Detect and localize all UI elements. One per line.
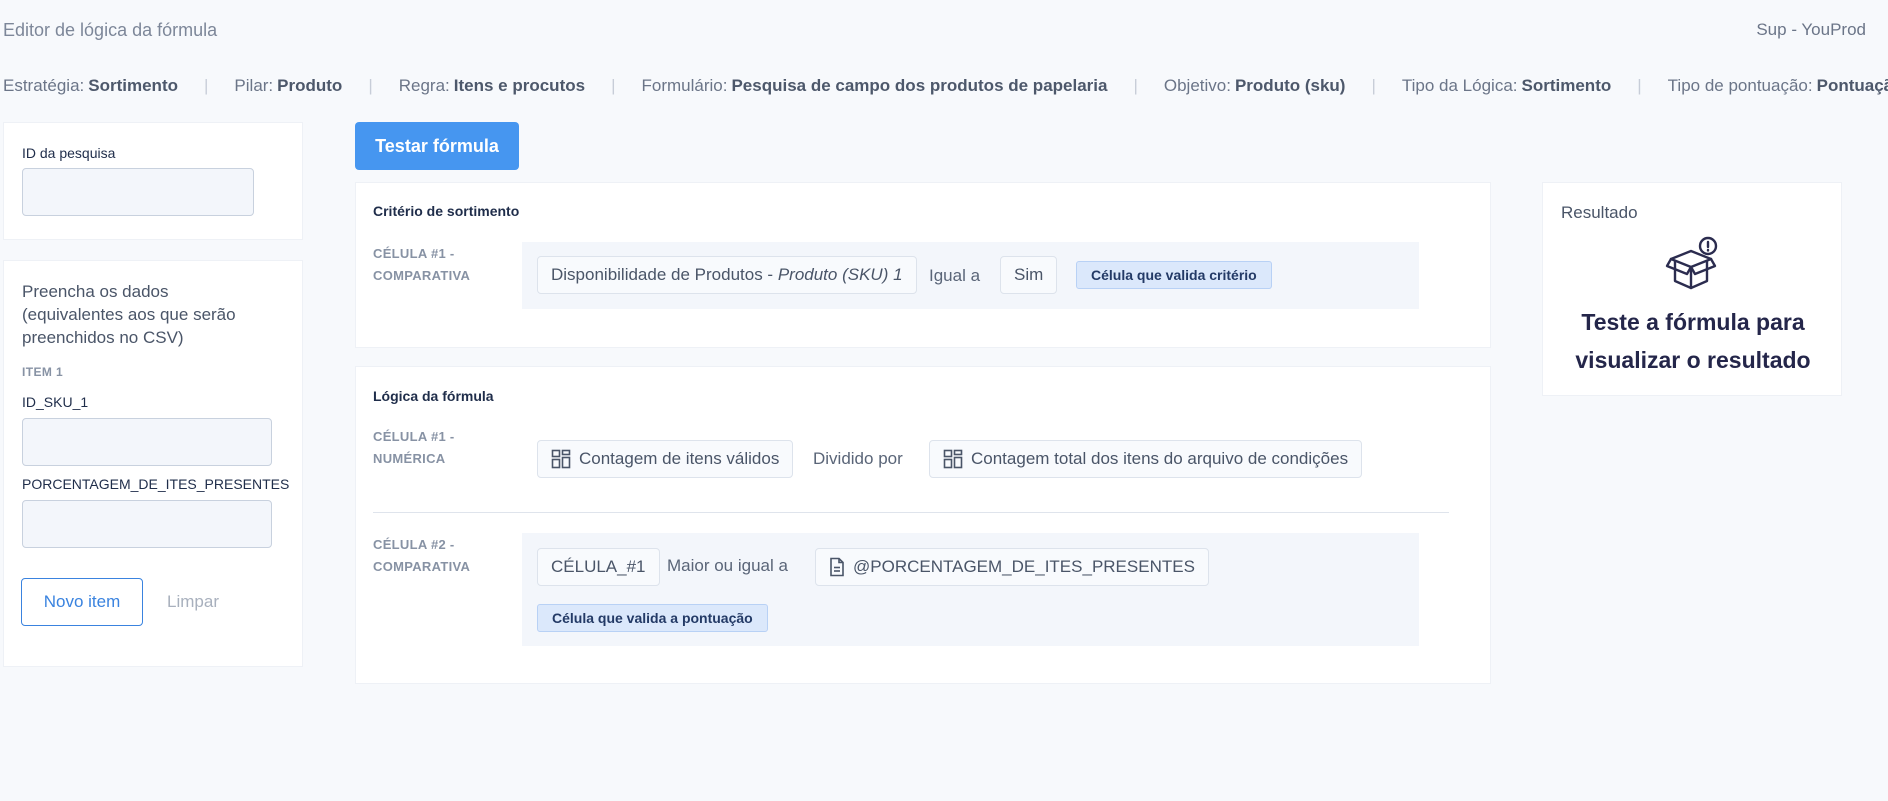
search-id-label: ID da pesquisa [22, 145, 116, 161]
search-id-card: ID da pesquisa [3, 122, 303, 240]
valid-items-count-chip[interactable]: Contagem de itens válidos [537, 440, 794, 478]
criteria-operator: Igual a [929, 266, 981, 285]
logic-title: Lógica da fórmula [373, 388, 494, 404]
meta-separator: | [368, 76, 373, 95]
search-id-input[interactable] [22, 168, 254, 216]
grid-icon [551, 449, 571, 469]
meta-pillar: Pilar: Produto [234, 76, 343, 95]
logic-divider [373, 512, 1449, 513]
logic-cell2-operator: Maior ou igual a [667, 556, 788, 575]
score-valid-badge: Célula que valida a pontuação [537, 604, 768, 632]
criteria-cell-label: CÉLULA #1 - COMPARATIVA [373, 246, 471, 283]
top-bar: Editor de lógica da fórmula Sup - YouPro… [0, 0, 1888, 60]
formula-meta: Estratégia: Sortimento | Pilar: Produto | … [3, 73, 1888, 99]
meta-rule: Regra: Itens e procutos [398, 76, 586, 95]
meta-strategy: Estratégia: Sortimento [3, 76, 178, 95]
criteria-field-chip[interactable]: Disponibilidade de Produtos - Produto (S… [537, 256, 917, 294]
sku-field-label: ID_SKU_1 [22, 394, 89, 410]
box-alert-icon [1665, 236, 1718, 290]
meta-separator: | [1637, 76, 1642, 95]
criteria-title: Critério de sortimento [373, 203, 520, 219]
sku-input[interactable] [22, 418, 272, 466]
logic-cell1-operator: Dividido por [813, 449, 903, 468]
page-title: Editor de lógica da fórmula [3, 19, 218, 40]
total-items-count-chip[interactable]: Contagem total dos itens do arquivo de c… [929, 440, 1363, 478]
percentage-field-label: PORCENTAGEM_DE_ITES_PRESENTES [22, 476, 290, 492]
percentage-variable-chip[interactable]: @PORCENTAGEM_DE_ITES_PRESENTES [815, 548, 1209, 586]
meta-objective: Objetivo: Produto (sku) [1163, 76, 1346, 95]
cell-reference-chip[interactable]: CÉLULA_#1 [537, 548, 660, 586]
test-formula-button[interactable]: Testar fórmula [355, 122, 519, 170]
result-message: Teste a fórmula para visualizar o result… [1575, 309, 1811, 373]
document-icon [830, 557, 844, 577]
clear-button[interactable]: Limpar [160, 578, 226, 626]
criteria-valid-badge: Célula que valida critério [1076, 261, 1272, 289]
meta-separator: | [1371, 76, 1376, 95]
logic-cell2-label: CÉLULA #2 - COMPARATIVA [373, 537, 471, 574]
meta-score-type: Tipo de pontuação:Pontuação dinâmica [1667, 76, 1888, 95]
meta-separator: | [1133, 76, 1138, 95]
new-item-button[interactable]: Novo item [21, 578, 143, 626]
item-label: ITEM 1 [22, 365, 64, 379]
meta-logic-type: Tipo da Lógica: Sortimento [1401, 76, 1612, 95]
form-instructions: Preencha os dados (equivalentes aos que … [22, 282, 236, 347]
logic-cell1-label: CÉLULA #1 - NUMÉRICA [373, 429, 455, 466]
grid-icon [943, 449, 963, 469]
user-name[interactable]: Sup - YouProd [1756, 20, 1884, 40]
percentage-input[interactable] [22, 500, 272, 548]
meta-form: Formulário: Pesquisa de campo dos produto… [641, 76, 1108, 95]
meta-separator: | [204, 76, 209, 95]
meta-separator: | [611, 76, 616, 95]
result-title: Resultado [1561, 203, 1638, 222]
criteria-value-chip[interactable]: Sim [1000, 256, 1058, 294]
result-card: Resultado Teste a fórmula para visualiza… [1542, 182, 1842, 396]
